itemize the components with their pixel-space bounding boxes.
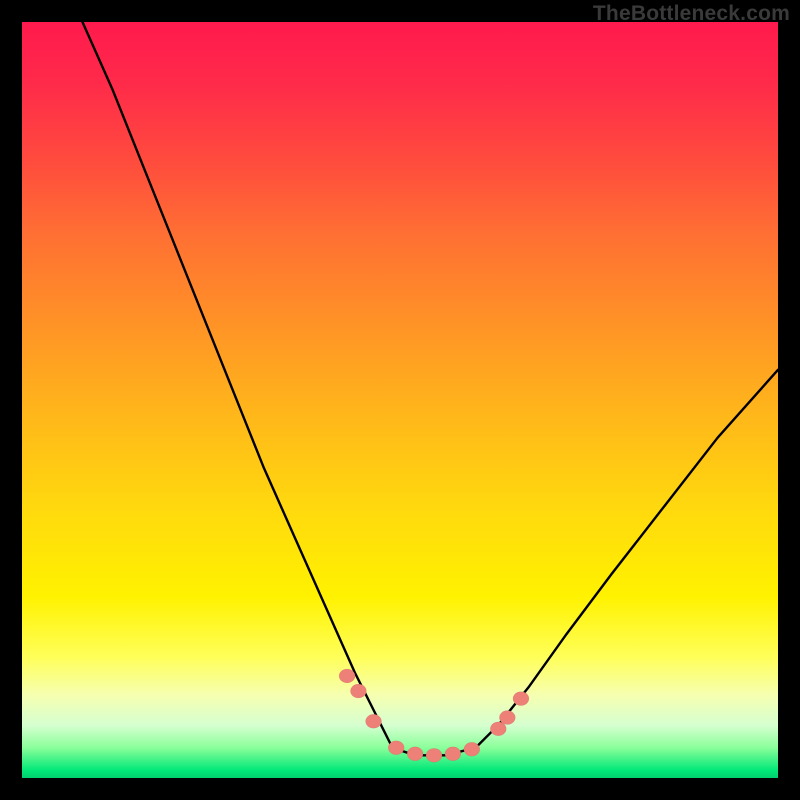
bottom-dots <box>339 669 529 762</box>
chart-svg <box>22 22 778 778</box>
watermark-text: TheBottleneck.com <box>593 2 790 26</box>
outer-frame: TheBottleneck.com <box>0 0 800 800</box>
plot-area <box>22 22 778 778</box>
curve-lines <box>82 22 778 755</box>
